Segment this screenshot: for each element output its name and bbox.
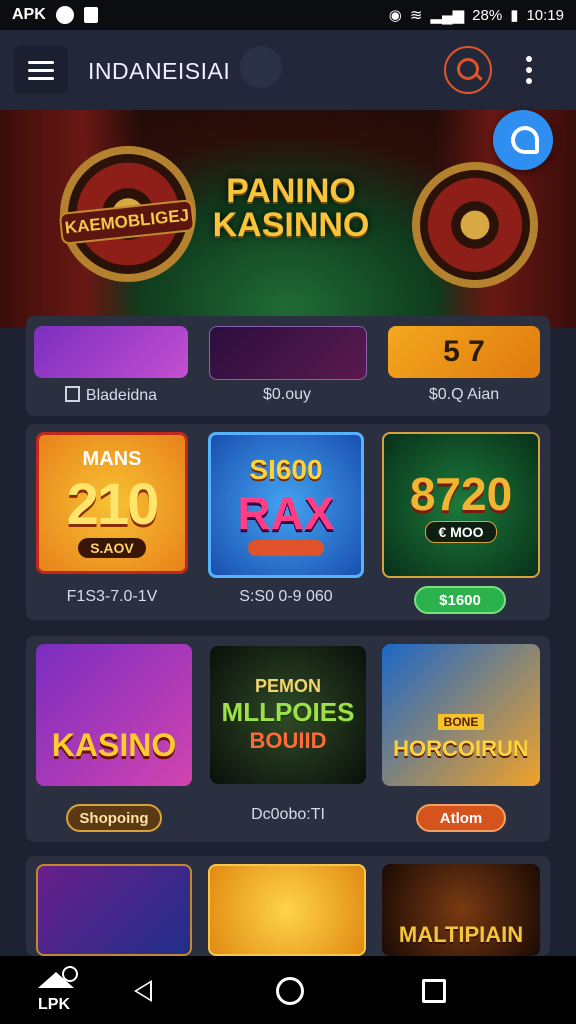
play-button-8720[interactable]: $1600 <box>414 586 506 614</box>
game-tile-pemon-mllpoies[interactable]: PEMON MLLPOIES BOUIID <box>210 646 366 784</box>
alarm-icon: ◉ <box>388 7 402 24</box>
game-tile-promo-1[interactable] <box>34 326 188 378</box>
more-options-button[interactable] <box>526 56 532 84</box>
game-tile-promo-3[interactable]: 5 7 <box>388 326 540 378</box>
game-tile-8720[interactable]: 8720 € MOO <box>382 432 540 578</box>
tile-label-3: $0.Q Aian <box>428 386 500 403</box>
tile-label-rax: S:S0 0-9 060 <box>239 588 333 605</box>
game-tile-row4-1[interactable] <box>36 864 192 956</box>
game-tile-maltipiain[interactable]: MALTIPIAIN <box>382 864 540 956</box>
battery-percent: 28% <box>472 6 503 24</box>
menu-button[interactable] <box>14 46 68 94</box>
game-tile-row4-2[interactable] <box>208 864 366 956</box>
tile-label-210: F1S3-7.0-1V <box>66 588 158 605</box>
game-row-4: MALTIPIAIN <box>26 856 550 956</box>
battery-icon: ▮ <box>510 7 519 24</box>
notification-icon <box>55 6 74 24</box>
clock: 10:19 <box>526 6 564 24</box>
atlom-button[interactable]: Atlom <box>416 804 506 832</box>
signal-icon: ▂▄▆ <box>430 7 465 24</box>
hero-title: PANINO KASINNO <box>212 172 370 244</box>
hero-banner[interactable]: KAEMOBLIGEJ PANINO KASINNO <box>0 110 576 328</box>
shopping-button[interactable]: Shopoing <box>66 804 162 832</box>
game-tile-promo-2[interactable] <box>209 326 367 380</box>
game-tile-horcoirun[interactable]: BONE HORCOIRUN <box>382 644 540 786</box>
game-row-3: KASINO PEMON MLLPOIES BOUIID BONE HORCOI… <box>26 636 550 842</box>
tile-label-pemon: Dc0obo:TI <box>251 806 325 823</box>
kebab-icon <box>526 56 532 62</box>
app-title: INDANEISIAI <box>88 58 231 84</box>
game-tile-kasino[interactable]: KASINO <box>36 644 192 786</box>
search-button[interactable] <box>444 46 492 94</box>
wifi-icon: ≋ <box>409 7 423 24</box>
tile-label-1: Bladeidna <box>34 386 188 405</box>
hamburger-icon <box>28 60 54 64</box>
apk-home-button[interactable]: LPK <box>36 966 84 1020</box>
roulette-wheel-right <box>412 162 538 288</box>
clipboard-icon <box>83 7 98 23</box>
square-icon <box>64 386 80 402</box>
home-button[interactable] <box>276 977 304 1005</box>
tile-label-2: $0.ouy <box>262 386 312 403</box>
recent-apps-button[interactable] <box>422 979 446 1003</box>
status-bar: APK ◉ ≋ ▂▄▆ 28% ▮ 10:19 <box>0 0 576 30</box>
chat-button[interactable] <box>493 110 553 170</box>
app-bar: INDANEISIAI <box>0 30 576 110</box>
chat-icon <box>511 126 539 154</box>
game-row-1: 5 7 Bladeidna $0.ouy $0.Q Aian <box>26 316 550 416</box>
avatar <box>240 46 282 88</box>
game-row-2: MANS 210 S.AOV SI600 RAX 8720 € MOO F1S3… <box>26 424 550 620</box>
status-app-label: APK <box>12 6 46 23</box>
game-tile-rax[interactable]: SI600 RAX <box>208 432 364 578</box>
back-button[interactable] <box>134 980 152 1002</box>
game-tile-210[interactable]: MANS 210 S.AOV <box>36 432 188 574</box>
